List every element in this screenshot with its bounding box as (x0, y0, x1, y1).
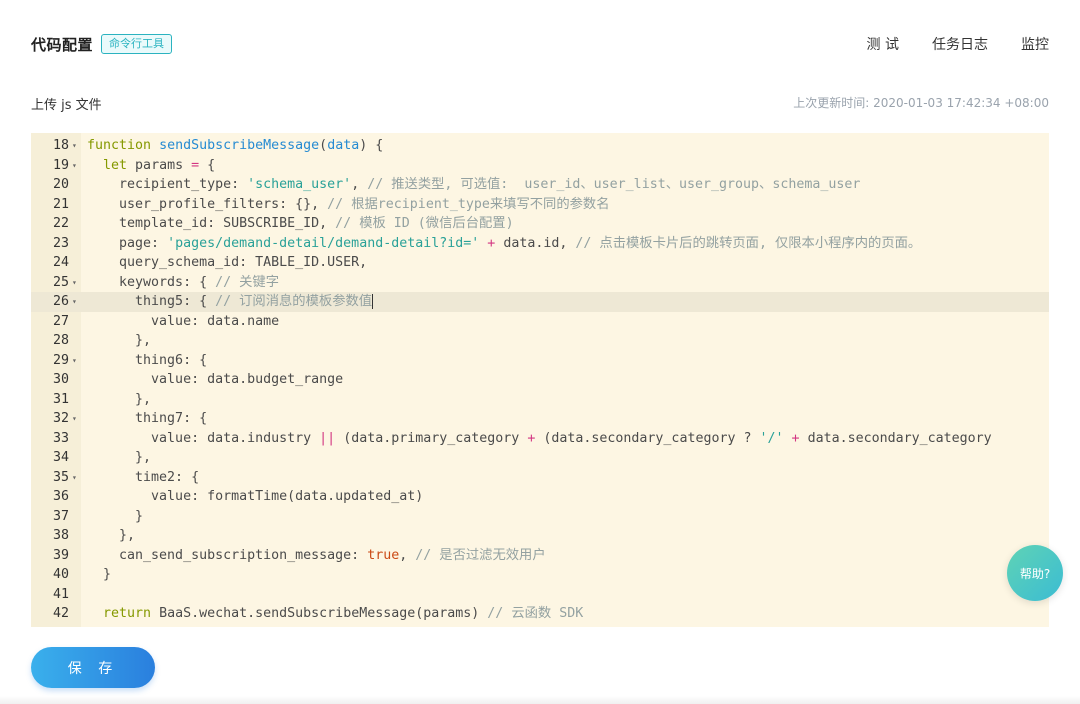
sub-header: 上传 js 文件 上次更新时间: 2020-01-03 17:42:34 +08… (31, 94, 1049, 113)
code-line[interactable]: 34 }, (31, 448, 1049, 468)
line-number: 29 (52, 352, 69, 368)
code-text: return BaaS.wechat.sendSubscribeMessage(… (103, 606, 584, 621)
code-line[interactable]: 20 recipient_type: 'schema_user', // 推送类… (31, 175, 1049, 195)
code-line[interactable]: 30 value: data.budget_range (31, 370, 1049, 390)
line-number: 38 (52, 528, 69, 543)
code-line[interactable]: 22 template_id: SUBSCRIBE_ID, // 模板 ID (… (31, 214, 1049, 234)
code-line[interactable]: 36 value: formatTime(data.updated_at) (31, 487, 1049, 507)
nav-task-log[interactable]: 任务日志 (932, 34, 988, 54)
code-line[interactable]: 29 ▾ thing6: { (31, 351, 1049, 371)
line-number: 39 (52, 547, 69, 563)
code-text: template_id: SUBSCRIBE_ID, // 模板 ID (微信后… (87, 216, 514, 231)
line-number: 40 (52, 567, 69, 582)
line-number: 36 (52, 489, 69, 504)
code-line[interactable]: 27 value: data.name (31, 312, 1049, 332)
line-number: 32 (52, 411, 69, 426)
code-line[interactable]: 38 }, (31, 526, 1049, 546)
code-line[interactable]: 18 ▾ function sendSubscribeMessage(data) { (31, 136, 1049, 156)
line-number: 23 (52, 235, 69, 251)
code-text: }, (87, 528, 136, 543)
code-text: can_send_subscription_message: true, // … (87, 547, 546, 563)
cli-tool-badge[interactable]: 命令行工具 (101, 34, 173, 54)
line-number: 24 (52, 255, 69, 270)
code-line[interactable]: 31 }, (31, 390, 1049, 410)
code-text: }, (87, 391, 152, 407)
line-number: 25 (52, 274, 69, 290)
line-number: 33 (52, 430, 69, 446)
save-button[interactable]: 保 存 (31, 647, 155, 688)
line-number: 18 (52, 138, 69, 153)
code-text: } (87, 508, 144, 524)
code-line[interactable]: 37 } (31, 507, 1049, 527)
line-number: 37 (52, 508, 69, 524)
code-text: thing5: { // 订阅消息的模板参数值 (87, 293, 374, 309)
code-text: } (87, 567, 112, 582)
code-text: value: data.industry || (data.primary_ca… (87, 430, 992, 446)
code-text: recipient_type: 'schema_user', // 推送类型, … (87, 177, 861, 192)
code-text: user_profile_filters: {}, // 根据recipient… (87, 196, 610, 212)
code-editor[interactable]: 18 ▾ function sendSubscribeMessage(data) {… (31, 133, 1049, 627)
code-line[interactable]: 40 } (31, 565, 1049, 585)
code-text: }, (87, 450, 152, 465)
code-text: }, (87, 333, 152, 348)
bottom-shadow (0, 696, 1080, 704)
code-line[interactable]: 28 }, (31, 331, 1049, 351)
fold-arrow-icon[interactable]: ▾ (72, 136, 77, 156)
line-number: 42 (52, 606, 69, 621)
nav-test[interactable]: 测 试 (867, 34, 899, 54)
upload-js-link[interactable]: 上传 js 文件 (31, 94, 102, 113)
code-text: query_schema_id: TABLE_ID.USER, (87, 255, 368, 270)
code-text: keywords: { // 关键字 (87, 274, 280, 290)
fold-arrow-icon[interactable]: ▾ (72, 156, 77, 176)
line-number: 28 (52, 333, 69, 348)
code-line[interactable]: 19 ▾ let params = { (31, 156, 1049, 176)
code-line[interactable]: 26 ▾ thing5: { // 订阅消息的模板参数值 (31, 292, 1049, 312)
line-number: 41 (52, 586, 69, 602)
line-number: 21 (52, 196, 69, 212)
code-text: thing7: { (87, 411, 208, 426)
line-number: 26 (52, 294, 69, 309)
line-number: 34 (52, 450, 69, 465)
code-line[interactable]: 33 value: data.industry || (data.primary… (31, 429, 1049, 449)
nav-monitor[interactable]: 监控 (1021, 34, 1049, 54)
line-number: 20 (52, 177, 69, 192)
line-number: 19 (52, 157, 69, 173)
code-text: value: formatTime(data.updated_at) (87, 489, 424, 504)
help-button[interactable]: 帮助? (1007, 545, 1063, 601)
code-line[interactable]: 23 page: 'pages/demand-detail/demand-det… (31, 234, 1049, 254)
code-text: time2: { (87, 469, 200, 485)
code-text: thing6: { (87, 352, 208, 368)
top-nav: 测 试 任务日志 监控 (867, 30, 1049, 58)
last-updated-text: 上次更新时间: 2020-01-03 17:42:34 +08:00 (793, 96, 1049, 110)
code-text: function sendSubscribeMessage(data) { (87, 138, 384, 153)
code-text: value: data.name (87, 313, 280, 329)
fold-arrow-icon[interactable]: ▾ (72, 468, 77, 488)
fold-arrow-icon[interactable]: ▾ (72, 292, 77, 312)
code-text: value: data.budget_range (87, 372, 344, 387)
code-line[interactable]: 39 can_send_subscription_message: true, … (31, 546, 1049, 566)
line-number: 22 (52, 216, 69, 231)
code-line[interactable]: 35 ▾ time2: { (31, 468, 1049, 488)
page-title: 代码配置 (31, 35, 94, 54)
fold-arrow-icon[interactable]: ▾ (72, 351, 77, 371)
line-number: 31 (52, 391, 69, 407)
code-text: let params = { (103, 157, 216, 173)
line-number: 30 (52, 372, 69, 387)
fold-arrow-icon[interactable]: ▾ (72, 273, 77, 293)
top-bar: 代码配置 命令行工具 测 试 任务日志 监控 (31, 30, 1049, 58)
code-line[interactable]: 21 user_profile_filters: {}, // 根据recipi… (31, 195, 1049, 215)
line-number: 35 (52, 469, 69, 485)
code-line[interactable]: 41 (31, 585, 1049, 605)
code-text: page: 'pages/demand-detail/demand-detail… (87, 235, 922, 251)
code-lines[interactable]: 18 ▾ function sendSubscribeMessage(data) {… (31, 136, 1049, 624)
line-number: 27 (52, 313, 69, 329)
code-line[interactable]: 25 ▾ keywords: { // 关键字 (31, 273, 1049, 293)
code-line[interactable]: 42 return BaaS.wechat.sendSubscribeMessa… (31, 604, 1049, 624)
fold-arrow-icon[interactable]: ▾ (72, 409, 77, 429)
code-line[interactable]: 32 ▾ thing7: { (31, 409, 1049, 429)
code-line[interactable]: 24 query_schema_id: TABLE_ID.USER, (31, 253, 1049, 273)
